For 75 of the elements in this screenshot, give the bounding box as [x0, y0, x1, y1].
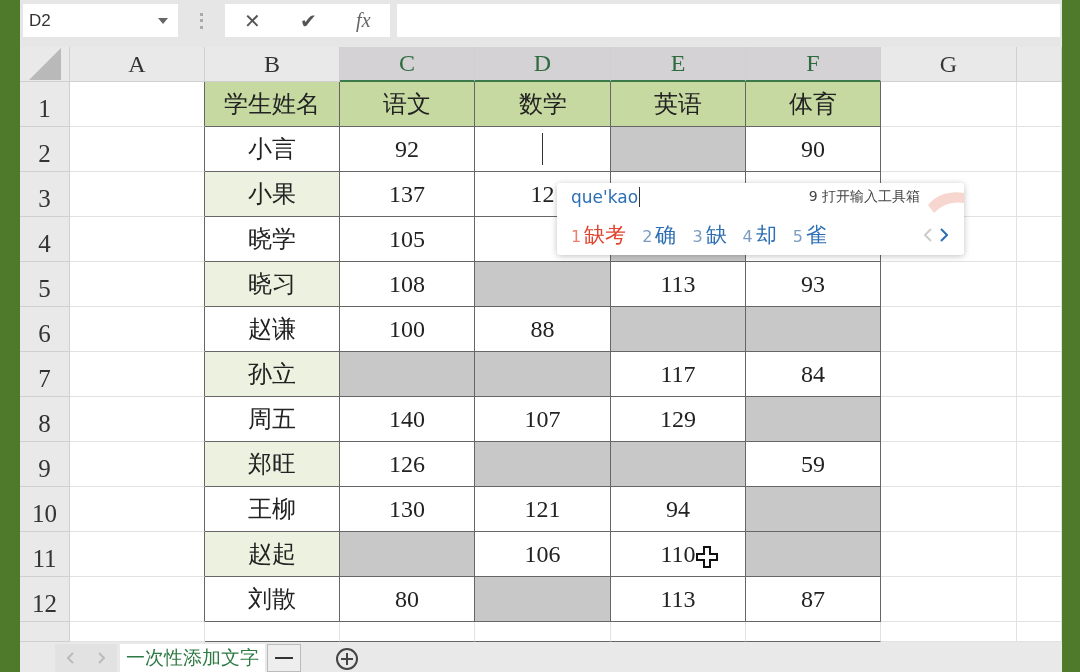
insert-function-button[interactable]: fx — [356, 9, 371, 32]
enter-button[interactable]: ✔ — [300, 8, 318, 33]
table-cell: 105 — [340, 217, 475, 262]
table-cell: 87 — [746, 577, 881, 622]
table-cell: 113 — [611, 577, 746, 622]
table-cell: 140 — [340, 397, 475, 442]
row-header[interactable]: 1 — [20, 82, 70, 127]
table-cell: 郑旺 — [205, 442, 340, 487]
candidate-item[interactable]: 3 缺 — [692, 221, 727, 249]
row-header[interactable]: 4 — [20, 217, 70, 262]
separator-handle — [200, 12, 203, 29]
header-cell: 学生姓名 — [205, 82, 340, 127]
table-cell — [1017, 352, 1062, 397]
row-header[interactable]: 8 — [20, 397, 70, 442]
column-header[interactable]: E — [611, 47, 746, 82]
candidate-item[interactable]: 4 却 — [742, 221, 777, 249]
table-cell — [1017, 577, 1062, 622]
previous-page-icon[interactable] — [924, 228, 932, 242]
column-header[interactable]: F — [746, 47, 881, 82]
table-cell — [1017, 172, 1062, 217]
table-cell: 92 — [340, 127, 475, 172]
dropdown-icon — [158, 17, 168, 24]
row-header[interactable]: 5 — [20, 262, 70, 307]
add-sheet-icon[interactable] — [335, 647, 359, 671]
name-box[interactable]: D2 — [23, 4, 178, 37]
table-cell — [1017, 442, 1062, 487]
text-caret — [542, 133, 543, 165]
column-header[interactable] — [1017, 47, 1062, 82]
table-cell: 刘散 — [205, 577, 340, 622]
candidate-item[interactable]: 1 缺考 — [571, 221, 627, 249]
table-cell: 90 — [746, 127, 881, 172]
table-cell: 小果 — [205, 172, 340, 217]
next-sheet-icon[interactable] — [98, 652, 105, 664]
column-header[interactable]: B — [205, 47, 340, 82]
candidate-item[interactable]: 5 雀 — [792, 221, 827, 249]
header-cell: 体育 — [746, 82, 881, 127]
header-cell: 英语 — [611, 82, 746, 127]
table-cell: 117 — [611, 352, 746, 397]
table-cell — [1017, 127, 1062, 172]
row-header[interactable]: 6 — [20, 307, 70, 352]
table-cell — [1017, 82, 1062, 127]
table-cell — [1017, 217, 1062, 262]
row-header[interactable]: 11 — [20, 532, 70, 577]
column-header[interactable]: G — [881, 47, 1017, 82]
sheet-tab[interactable]: 一次性添加文字 — [120, 644, 265, 672]
minus-icon — [275, 656, 293, 660]
row-header[interactable]: 10 — [20, 487, 70, 532]
table-cell: 晓习 — [205, 262, 340, 307]
table-cell — [1017, 307, 1062, 352]
table-cell: 赵起 — [205, 532, 340, 577]
move-cursor-icon — [696, 546, 718, 568]
table-cell — [1017, 532, 1062, 577]
row-header[interactable]: 7 — [20, 352, 70, 397]
header-cell: 数学 — [475, 82, 611, 127]
table-cell: 孙立 — [205, 352, 340, 397]
row-header[interactable]: 9 — [20, 442, 70, 487]
row-header[interactable]: 12 — [20, 577, 70, 622]
table-cell — [1017, 397, 1062, 442]
column-header[interactable]: A — [70, 47, 205, 82]
table-cell: 137 — [340, 172, 475, 217]
candidate-item[interactable]: 2 确 — [642, 221, 677, 249]
column-header[interactable]: C — [340, 47, 475, 82]
row-header[interactable]: 3 — [20, 172, 70, 217]
table-cell — [1017, 487, 1062, 532]
formula-input[interactable] — [397, 4, 1060, 37]
column-header[interactable]: D — [475, 47, 611, 82]
toolbox-link[interactable]: 9 打开输入工具箱 — [808, 188, 920, 206]
previous-sheet-icon[interactable] — [67, 652, 74, 664]
header-cell: 语文 — [340, 82, 475, 127]
next-page-icon[interactable] — [940, 228, 948, 242]
cancel-button[interactable]: ✕ — [244, 8, 262, 33]
row-header[interactable]: 2 — [20, 127, 70, 172]
collapse-tabs-button[interactable] — [267, 644, 301, 672]
table-cell: 121 — [475, 487, 611, 532]
table-cell — [1017, 262, 1062, 307]
